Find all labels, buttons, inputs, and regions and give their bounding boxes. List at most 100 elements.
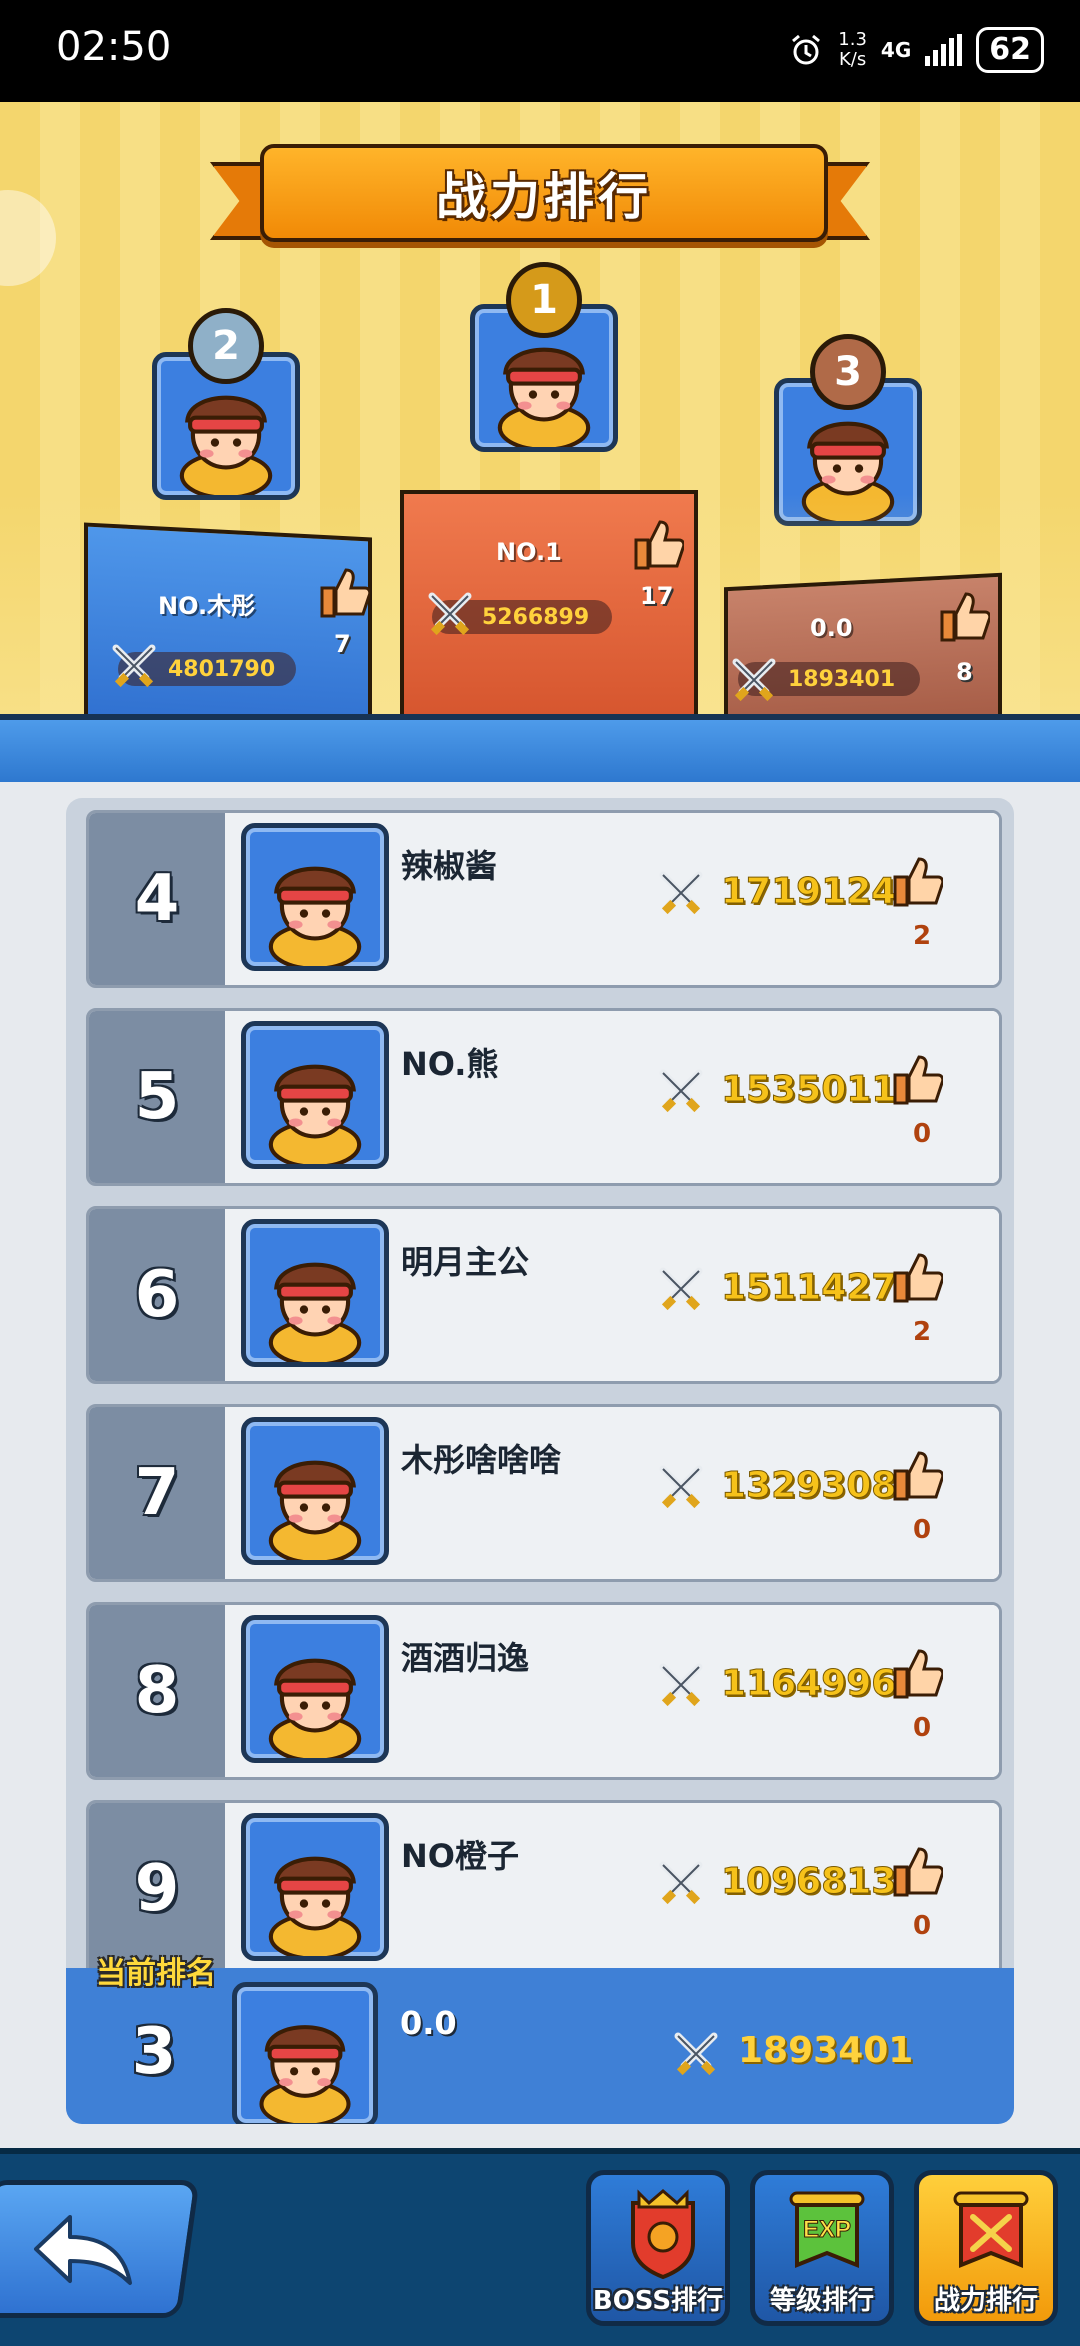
ranking-row[interactable]: 5 NO.熊 1535011 0 — [86, 1008, 1002, 1186]
net-speed: 1.3 K/s — [838, 29, 867, 70]
status-bar: 02:50 1.3 K/s 4G 62 — [0, 0, 1080, 102]
medal-first: 1 — [506, 262, 582, 338]
row-power: 1164996 — [720, 1663, 897, 1705]
ranking-row[interactable]: 4 辣椒酱 1719124 2 — [86, 810, 1002, 988]
network-type: 4G — [880, 38, 912, 62]
row-body: 辣椒酱 1719124 2 — [225, 813, 999, 985]
row-rank: 4 — [89, 813, 225, 985]
page-title: 战力排行 — [436, 168, 652, 226]
player-avatar-icon — [268, 1658, 362, 1758]
title-banner: 战力排行 — [260, 144, 828, 242]
row-player-name: 明月主公 — [401, 1243, 530, 1281]
nav-power-ranking[interactable]: 战力排行 — [914, 2170, 1058, 2326]
swords-icon — [659, 1663, 703, 1707]
swords-icon — [659, 1861, 703, 1905]
thumbs-up-icon[interactable] — [893, 853, 943, 909]
medal-second: 2 — [188, 308, 264, 384]
nav-boss-label: BOSS排行 — [592, 2286, 724, 2316]
row-power: 1329308 — [720, 1465, 897, 1507]
row-likes: 2 — [913, 921, 932, 951]
divider-bar — [0, 714, 1080, 788]
row-body: NO.熊 1535011 0 — [225, 1011, 999, 1183]
signal-icon — [925, 34, 963, 66]
player-avatar-icon — [268, 866, 362, 966]
row-power: 1719124 — [720, 871, 897, 913]
podium-second-name: NO.木彤 — [158, 592, 256, 620]
thumbs-up-icon[interactable] — [893, 1645, 943, 1701]
swords-icon — [659, 1267, 703, 1311]
current-rank-number: 3 — [131, 2015, 177, 2089]
thumbs-up-icon[interactable] — [893, 1051, 943, 1107]
row-power: 1096813 — [720, 1861, 897, 1903]
thumbs-up-icon[interactable] — [634, 516, 684, 572]
row-body: 明月主公 1511427 2 — [225, 1209, 999, 1381]
ranking-row[interactable]: 6 明月主公 1511427 2 — [86, 1206, 1002, 1384]
ranking-row[interactable]: 8 酒酒归逸 1164996 0 — [86, 1602, 1002, 1780]
swords-icon — [659, 1465, 703, 1509]
swords-icon — [732, 658, 776, 702]
row-player-name: 酒酒归逸 — [401, 1639, 530, 1677]
row-player-name: 辣椒酱 — [401, 847, 498, 885]
swords-banner-icon — [953, 2191, 1029, 2268]
back-arrow-icon — [33, 2215, 132, 2285]
swords-icon — [659, 1069, 703, 1113]
nav-level-ranking[interactable]: EXP 等级排行 — [750, 2170, 894, 2326]
swords-icon — [112, 644, 156, 688]
dragon-shield-icon — [631, 2189, 695, 2279]
row-body: NO橙子 1096813 0 — [225, 1803, 999, 1975]
thumbs-up-icon[interactable] — [893, 1249, 943, 1305]
row-player-name: 木彤啥啥啥 — [401, 1441, 562, 1479]
ranking-list[interactable]: 4 辣椒酱 1719124 2 5 NO.熊 1535011 0 6 明月主公 … — [66, 798, 1014, 2124]
back-button[interactable] — [0, 2180, 200, 2318]
row-avatar[interactable] — [241, 823, 389, 971]
podium-second-likes: 7 — [334, 630, 351, 658]
ranking-row[interactable]: 9 NO橙子 1096813 0 — [86, 1800, 1002, 1978]
row-avatar[interactable] — [241, 1219, 389, 1367]
thumbs-up-icon[interactable] — [893, 1447, 943, 1503]
row-likes: 2 — [913, 1317, 932, 1347]
row-likes: 0 — [913, 1515, 932, 1545]
row-likes: 0 — [913, 1911, 932, 1941]
current-rank-label: 当前排名 — [96, 1956, 216, 1991]
side-expand-button[interactable] — [0, 190, 56, 286]
status-time: 02:50 — [56, 24, 172, 70]
row-player-name: NO.熊 — [401, 1045, 499, 1083]
current-avatar[interactable] — [232, 1982, 378, 2124]
row-avatar[interactable] — [241, 1021, 389, 1169]
row-body: 酒酒归逸 1164996 0 — [225, 1605, 999, 1777]
nav-power-label: 战力排行 — [933, 2286, 1038, 2316]
medal-third: 3 — [810, 334, 886, 410]
row-player-name: NO橙子 — [401, 1837, 519, 1875]
podium-third-likes: 8 — [956, 658, 973, 686]
row-body: 木彤啥啥啥 1329308 0 — [225, 1407, 999, 1579]
row-avatar[interactable] — [241, 1813, 389, 1961]
current-power: 1893401 — [738, 2030, 914, 2071]
battery-indicator: 62 — [976, 27, 1044, 73]
player-avatar-icon — [268, 1856, 362, 1956]
ranking-row[interactable]: 7 木彤啥啥啥 1329308 0 — [86, 1404, 1002, 1582]
row-avatar[interactable] — [241, 1417, 389, 1565]
nav-boss-ranking[interactable]: BOSS排行 — [586, 2170, 730, 2326]
alarm-icon — [792, 34, 821, 65]
bottom-nav: BOSS排行 EXP 等级排行 战力排行 — [0, 2148, 1080, 2346]
podium-first-likes: 17 — [640, 582, 674, 610]
row-power: 1511427 — [720, 1267, 897, 1309]
current-rank-row[interactable]: 当前排名 3 0.0 1893401 — [66, 1956, 1014, 2124]
status-icons: 1.3 K/s 4G 62 — [788, 22, 1044, 78]
ranking-list-area: 4 辣椒酱 1719124 2 5 NO.熊 1535011 0 6 明月主公 … — [0, 782, 1080, 2148]
player-avatar-icon — [268, 1064, 362, 1164]
thumbs-up-icon[interactable] — [320, 564, 370, 620]
thumbs-up-icon[interactable] — [940, 588, 990, 644]
row-avatar[interactable] — [241, 1615, 389, 1763]
podium-third-name: 0.0 — [810, 614, 853, 642]
nav-level-label: 等级排行 — [769, 2286, 874, 2316]
exp-banner-icon: EXP — [789, 2191, 865, 2268]
row-rank: 6 — [89, 1209, 225, 1381]
exp-tag-text: EXP — [803, 2216, 851, 2243]
player-avatar-icon — [268, 1262, 362, 1362]
podium-first-name: NO.1 — [496, 538, 562, 566]
podium-area: 战力排行 2 1 3 NO.1 5266899 17 NO.木彤 4801790… — [0, 102, 1080, 714]
swords-icon — [674, 2032, 718, 2076]
player-avatar-icon — [268, 1460, 362, 1560]
thumbs-up-icon[interactable] — [893, 1843, 943, 1899]
